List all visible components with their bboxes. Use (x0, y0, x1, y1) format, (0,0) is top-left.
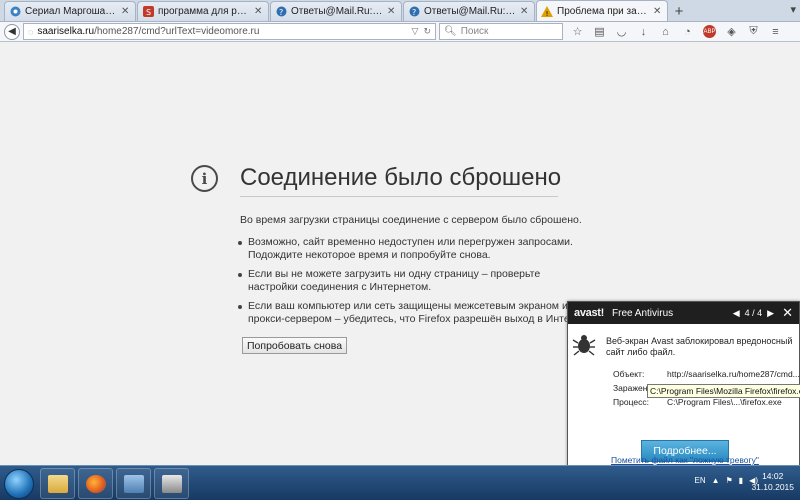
false-alarm-link[interactable]: Пометить файл как "ложную тревогу" (611, 455, 759, 465)
list-item: Если вы не можете загрузить ни одну стра… (233, 268, 593, 294)
list-item: Если ваш компьютер или сеть защищены меж… (233, 300, 593, 326)
clock-date: 31.10.2015 (751, 482, 794, 492)
svg-text:!: ! (546, 10, 549, 17)
network-icon[interactable]: ▮ (739, 476, 743, 485)
tab-label: Ответы@Mail.Ru: Задать в... (291, 6, 384, 17)
tab-list-icon[interactable]: ▾ (790, 3, 796, 16)
s-tab-icon: S (142, 6, 154, 18)
flag-icon[interactable]: ⚑ (726, 476, 733, 485)
avast-product: Free Antivirus (612, 307, 674, 319)
tab-label: Ответы@Mail.Ru: как обо... (424, 6, 517, 17)
nav-bar: ◀ ◌ saariselka.ru/home287/cmd?urlText=vi… (0, 22, 800, 42)
svg-text:?: ? (279, 8, 283, 17)
question-tab-icon: ? (275, 6, 287, 18)
tab-3[interactable]: ? Ответы@Mail.Ru: Задать в... ✕ (270, 1, 402, 21)
extension-icon[interactable]: ◈ (725, 25, 738, 38)
tab-5-active[interactable]: ! Проблема при загрузке с... ✕ (536, 0, 668, 21)
toolbar-icons: ☆ ▤ ◡ ↓ ⌂ ◔ ABP ◈ ⛨ ≡ (571, 25, 782, 38)
tab-1[interactable]: Сериал Маргоша 11 сери... ✕ (4, 1, 136, 21)
search-icon: 🔍︎ (444, 26, 457, 37)
bookmark-star-icon[interactable]: ☆ (571, 25, 584, 38)
url-text: saariselka.ru/home287/cmd?urlText=videom… (37, 26, 260, 37)
tab-close-icon[interactable]: ✕ (121, 6, 131, 17)
download-icon[interactable]: ↓ (637, 26, 650, 38)
tab-close-icon[interactable]: ✕ (520, 6, 530, 17)
svg-text:?: ? (412, 8, 416, 17)
tab-close-icon[interactable]: ✕ (387, 6, 397, 17)
chat-icon[interactable]: ◔ (681, 26, 694, 38)
start-button[interactable] (4, 469, 34, 499)
search-bar[interactable]: 🔍︎ Поиск (439, 23, 563, 40)
title-divider (240, 196, 558, 197)
list-item: Возможно, сайт временно недоступен или п… (233, 236, 593, 262)
tab-label: Сериал Маргоша 11 сери... (25, 6, 118, 17)
avast-popup: avast! Free Antivirus ◀ 4 / 4 ▶ ✕ Веб-эк… (567, 301, 800, 475)
tab-strip: Сериал Маргоша 11 сери... ✕ S программа … (0, 0, 800, 22)
tab-2[interactable]: S программа для регистра... ✕ (137, 1, 269, 21)
chevron-up-icon[interactable]: ▲ (712, 476, 720, 485)
firefox-taskbar-icon[interactable] (78, 468, 113, 499)
next-arrow-icon[interactable]: ▶ (767, 308, 774, 319)
clipboard-icon[interactable]: ▤ (593, 25, 606, 38)
error-suggestions: Возможно, сайт временно недоступен или п… (233, 236, 593, 332)
shield-icon[interactable]: ⛨ (747, 25, 760, 38)
error-intro: Во время загрузки страницы соединение с … (240, 214, 582, 226)
dropdown-icon[interactable]: ▽ (412, 26, 419, 37)
process-row: Процесс: C:\Program Files\...\firefox.exe (613, 397, 782, 407)
tab-label: программа для регистра... (158, 6, 251, 17)
back-arrow-icon: ◀ (8, 26, 16, 37)
explorer-taskbar-icon[interactable] (40, 468, 75, 499)
tab-4[interactable]: ? Ответы@Mail.Ru: как обо... ✕ (403, 1, 535, 21)
question-tab-icon: ? (408, 6, 420, 18)
avast-header: avast! Free Antivirus ◀ 4 / 4 ▶ ✕ (568, 302, 799, 324)
new-tab-button[interactable]: + (669, 1, 689, 21)
avast-body: Веб-экран Avast заблокировал вредоносный… (568, 324, 800, 474)
tab-close-icon[interactable]: ✕ (254, 6, 264, 17)
info-icon: i (191, 165, 218, 192)
chrome-tab-icon (9, 6, 21, 18)
menu-icon[interactable]: ≡ (769, 26, 782, 38)
object-row: Объект: http://saariselka.ru/home287/cmd.… (613, 369, 800, 379)
reload-icon[interactable]: ↻ (423, 26, 431, 37)
svg-text:S: S (146, 8, 151, 17)
retry-button[interactable]: Попробовать снова (242, 337, 348, 354)
taskbar: EN ▲ ⚑ ▮ ◀) 14:02 31.10.2015 (0, 465, 800, 500)
avast-counter: 4 / 4 (744, 308, 763, 318)
adblock-icon[interactable]: ABP (703, 25, 716, 38)
prev-arrow-icon[interactable]: ◀ (733, 308, 740, 319)
globe-icon: ◌ (28, 26, 34, 37)
home-icon[interactable]: ⌂ (659, 26, 672, 38)
window-controls: ▾ (790, 3, 796, 16)
error-title: Соединение было сброшено (240, 164, 562, 191)
search-placeholder: Поиск (460, 26, 489, 37)
back-button[interactable]: ◀ (4, 23, 20, 40)
language-indicator[interactable]: EN (695, 476, 706, 485)
tab-close-icon[interactable]: ✕ (653, 6, 663, 17)
close-icon[interactable]: ✕ (782, 305, 793, 321)
media-taskbar-icon[interactable] (154, 468, 189, 499)
tab-label: Проблема при загрузке с... (557, 5, 650, 17)
clock[interactable]: 14:02 31.10.2015 (751, 471, 794, 493)
app-taskbar-icon[interactable] (116, 468, 151, 499)
avast-message: Веб-экран Avast заблокировал вредоносный… (606, 336, 793, 357)
system-tray: EN ▲ ⚑ ▮ ◀) (695, 476, 758, 485)
bug-icon (572, 335, 596, 356)
url-bar[interactable]: ◌ saariselka.ru/home287/cmd?urlText=vide… (23, 23, 436, 40)
warning-tab-icon: ! (541, 5, 553, 17)
avast-pager: ◀ 4 / 4 ▶ (733, 308, 774, 319)
clock-time: 14:02 (762, 471, 784, 481)
avast-logo: avast! (574, 307, 604, 319)
path-tooltip: C:\Program Files\Mozilla Firefox\firefox… (647, 384, 800, 398)
pocket-icon[interactable]: ◡ (615, 25, 628, 38)
